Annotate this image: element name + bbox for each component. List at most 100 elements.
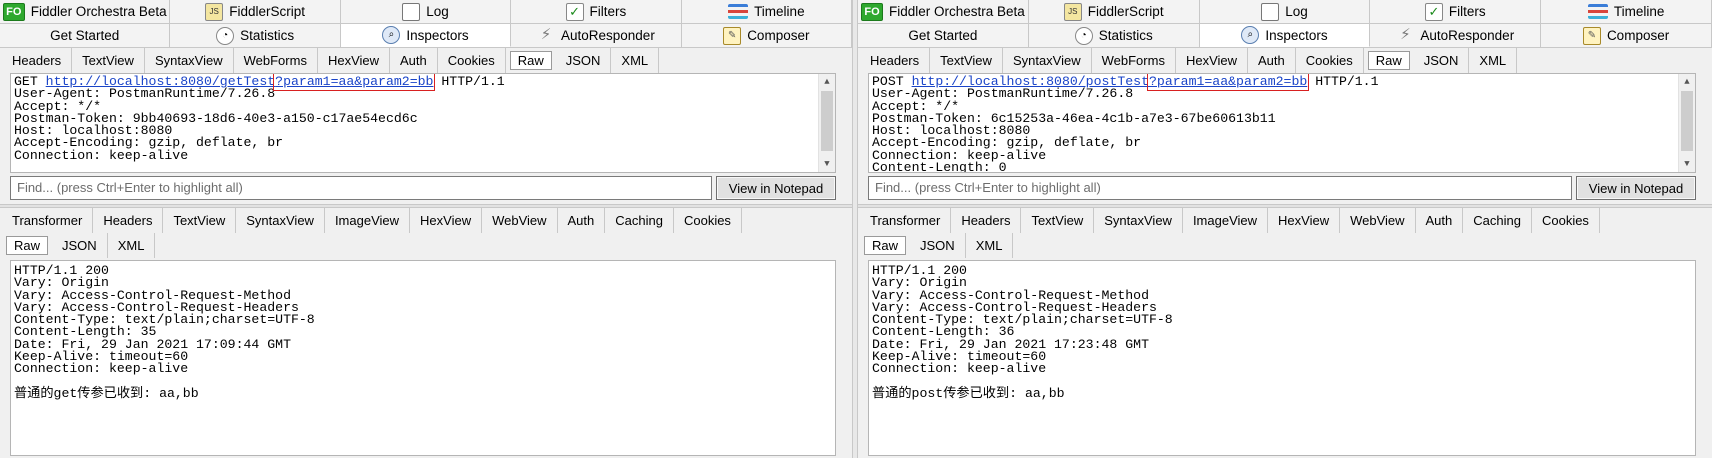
response-line: Connection: keep-alive <box>872 361 1047 377</box>
request-tab-auth[interactable]: Auth <box>390 48 438 73</box>
response-tab-headers[interactable]: Headers <box>951 208 1022 233</box>
scroll-thumb[interactable] <box>821 91 833 151</box>
request-raw-text[interactable]: GET http://localhost:8080/getTest?param1… <box>10 73 836 173</box>
response-format-tab-xml[interactable]: XML <box>108 233 156 258</box>
view-in-notepad-button[interactable]: View in Notepad <box>716 176 836 200</box>
request-tab-headers[interactable]: Headers <box>860 48 931 73</box>
query-string-highlight[interactable]: ?param1=aa&param2=bb <box>273 74 436 91</box>
response-tab-textview[interactable]: TextView <box>163 208 237 233</box>
request-tab-cookies[interactable]: Cookies <box>1296 48 1364 73</box>
request-tab-cookies[interactable]: Cookies <box>438 48 506 73</box>
request-tab-xml[interactable]: XML <box>1469 48 1518 73</box>
scroll-down-icon[interactable]: ▼ <box>1679 156 1695 172</box>
tab-autoresponder[interactable]: ⚡ AutoResponder <box>511 24 682 47</box>
request-scrollbar[interactable]: ▲ ▼ <box>1678 74 1695 172</box>
response-format-tab-raw[interactable]: Raw <box>6 236 49 255</box>
tab-filters[interactable]: ✓ Filters <box>511 0 682 23</box>
tab-timeline[interactable]: Timeline <box>681 0 853 23</box>
tab-composer[interactable]: ✎ Composer <box>681 24 853 47</box>
filters-checkbox-icon: ✓ <box>565 2 584 21</box>
response-tab-webview[interactable]: WebView <box>1340 208 1416 233</box>
response-tab-caching[interactable]: Caching <box>1463 208 1532 233</box>
response-tab-imageview[interactable]: ImageView <box>325 208 411 233</box>
request-tab-textview[interactable]: TextView <box>72 48 145 73</box>
tab-composer[interactable]: ✎ Composer <box>1541 24 1712 47</box>
request-protocol: HTTP/1.1 <box>441 74 505 89</box>
tab-fiddlerscript[interactable]: JS FiddlerScript <box>1028 0 1200 23</box>
tab-fiddlerscript[interactable]: JS FiddlerScript <box>170 0 341 23</box>
request-tab-json[interactable]: JSON <box>1414 48 1470 73</box>
response-tab-caching[interactable]: Caching <box>605 208 674 233</box>
response-format-tab-json[interactable]: JSON <box>52 233 108 258</box>
tab-label: Filters <box>589 4 627 19</box>
request-tab-xml[interactable]: XML <box>611 48 660 73</box>
tab-statistics[interactable]: ◔ Statistics <box>170 24 341 47</box>
response-tab-imageview[interactable]: ImageView <box>1183 208 1269 233</box>
request-tab-raw[interactable]: Raw <box>509 51 552 70</box>
request-tab-headers[interactable]: Headers <box>2 48 73 73</box>
tab-inspectors[interactable]: ⌕ Inspectors <box>340 24 512 47</box>
response-tab-auth[interactable]: Auth <box>558 208 606 233</box>
view-in-notepad-button[interactable]: View in Notepad <box>1576 176 1696 200</box>
response-tab-cookies[interactable]: Cookies <box>674 208 742 233</box>
tab-label: Timeline <box>754 4 805 19</box>
tab-label: Fiddler Orchestra Beta <box>30 4 167 19</box>
request-tab-syntaxview[interactable]: SyntaxView <box>145 48 234 73</box>
inspectors-icon: ⌕ <box>382 26 401 44</box>
autoresponder-icon: ⚡ <box>540 25 552 43</box>
inspectors-icon: ⌕ <box>1241 26 1260 44</box>
right-main-tabs-r2: Get Started ◔ Statistics ⌕ Inspectors ⚡ AutoRe… <box>858 24 1712 48</box>
response-tab-headers[interactable]: Headers <box>93 208 164 233</box>
response-tab-cookies[interactable]: Cookies <box>1532 208 1600 233</box>
tab-label: Get Started <box>50 28 120 43</box>
scroll-thumb[interactable] <box>1681 91 1693 151</box>
tab-log[interactable]: Log <box>340 0 512 23</box>
tab-get-started[interactable]: Get Started <box>858 24 1029 47</box>
request-tab-webforms[interactable]: WebForms <box>1092 48 1176 73</box>
tab-autoresponder[interactable]: ⚡ AutoResponder <box>1370 24 1542 47</box>
tab-fiddler-orchestra-beta[interactable]: FO Fiddler Orchestra Beta <box>858 0 1029 23</box>
scroll-down-icon[interactable]: ▼ <box>819 156 835 172</box>
response-format-tab-json[interactable]: JSON <box>910 233 966 258</box>
find-input[interactable]: Find... (press Ctrl+Enter to highlight a… <box>10 176 712 200</box>
query-string-highlight[interactable]: ?param1=aa&param2=bb <box>1146 74 1310 91</box>
tab-fiddler-orchestra-beta[interactable]: FO Fiddler Orchestra Beta <box>0 0 171 23</box>
find-input[interactable]: Find... (press Ctrl+Enter to highlight a… <box>868 176 1572 200</box>
tab-statistics[interactable]: ◔ Statistics <box>1028 24 1200 47</box>
response-format-tab-xml[interactable]: XML <box>966 233 1014 258</box>
right-main-tabs-r1: FO Fiddler Orchestra Beta JS FiddlerScript L… <box>858 0 1712 24</box>
request-tab-hexview[interactable]: HexView <box>318 48 391 73</box>
response-tab-hexview[interactable]: HexView <box>1268 208 1341 233</box>
response-tab-auth[interactable]: Auth <box>1416 208 1464 233</box>
response-tab-hexview[interactable]: HexView <box>410 208 483 233</box>
response-format-tab-raw[interactable]: Raw <box>864 236 907 255</box>
find-bar: Find... (press Ctrl+Enter to highlight a… <box>868 176 1696 200</box>
request-tab-json[interactable]: JSON <box>556 48 612 73</box>
response-tab-syntaxview[interactable]: SyntaxView <box>1094 208 1183 233</box>
request-tab-webforms[interactable]: WebForms <box>234 48 318 73</box>
response-tab-transformer[interactable]: Transformer <box>2 208 94 233</box>
request-tab-raw[interactable]: Raw <box>1367 51 1410 70</box>
request-tab-hexview[interactable]: HexView <box>1176 48 1249 73</box>
scroll-up-icon[interactable]: ▲ <box>819 74 835 90</box>
tab-inspectors[interactable]: ⌕ Inspectors <box>1199 24 1371 47</box>
request-scrollbar[interactable]: ▲ ▼ <box>818 74 835 172</box>
scroll-up-icon[interactable]: ▲ <box>1679 74 1695 90</box>
tab-log[interactable]: Log <box>1199 0 1371 23</box>
response-tab-syntaxview[interactable]: SyntaxView <box>236 208 325 233</box>
response-raw-text[interactable]: HTTP/1.1 200 Vary: Origin Vary: Access-Con… <box>868 260 1696 456</box>
tab-get-started[interactable]: Get Started <box>0 24 171 47</box>
request-tab-auth[interactable]: Auth <box>1248 48 1296 73</box>
response-raw-text[interactable]: HTTP/1.1 200 Vary: Origin Vary: Access-Con… <box>10 260 836 456</box>
response-tab-webview[interactable]: WebView <box>482 208 558 233</box>
response-tab-textview[interactable]: TextView <box>1021 208 1095 233</box>
left-main-tabs-r2: Get Started ◔ Statistics ⌕ Inspectors ⚡ AutoRe… <box>0 24 853 48</box>
request-tab-syntaxview[interactable]: SyntaxView <box>1003 48 1092 73</box>
response-tab-transformer[interactable]: Transformer <box>860 208 952 233</box>
request-raw-text[interactable]: POST http://localhost:8080/postTest?para… <box>868 73 1696 173</box>
fiddlerscript-icon: JS <box>1063 2 1082 21</box>
request-inspector-tabs: Headers TextView SyntaxView WebForms HexView… <box>0 48 852 73</box>
tab-filters[interactable]: ✓ Filters <box>1370 0 1542 23</box>
request-tab-textview[interactable]: TextView <box>930 48 1003 73</box>
tab-timeline[interactable]: Timeline <box>1541 0 1712 23</box>
